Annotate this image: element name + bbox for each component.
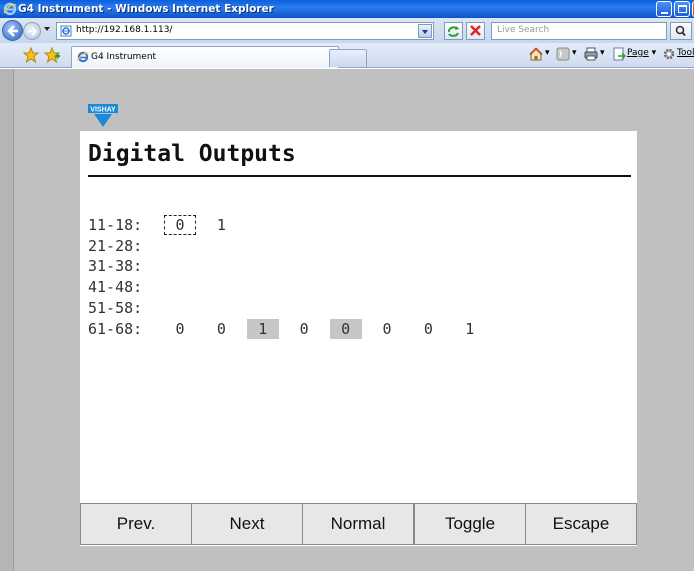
forward-arrow-icon (28, 26, 38, 37)
maximize-icon (678, 5, 687, 13)
search-icon (675, 25, 686, 37)
output-row-label: 21-28: (88, 236, 143, 255)
tab-bar: G4 Instrument ▾ ▾ ▾ Page ▾ Tools (0, 43, 694, 68)
maximize-button[interactable] (674, 1, 690, 17)
tab-label: G4 Instrument (91, 52, 157, 62)
tab-g4-instrument[interactable]: G4 Instrument (71, 46, 339, 68)
toggle-button[interactable]: Toggle (414, 503, 526, 545)
normal-button[interactable]: Normal (302, 503, 414, 545)
output-value-cell[interactable]: 1 (246, 318, 279, 339)
address-bar[interactable]: http://192.168.1.113/ (56, 22, 434, 40)
feeds-dropdown-icon[interactable]: ▾ (572, 48, 577, 58)
address-dropdown-button[interactable] (418, 24, 432, 38)
search-input[interactable]: Live Search (491, 22, 667, 40)
back-arrow-icon (7, 25, 18, 37)
tools-menu-label: Tools (677, 48, 694, 58)
window-title: G4 Instrument - Windows Internet Explore… (18, 3, 274, 15)
output-value-cell[interactable]: 0 (329, 318, 362, 339)
output-row-label: 51-58: (88, 298, 143, 317)
page-menu-icon[interactable] (612, 47, 626, 61)
page-menu-label: Page (627, 48, 649, 58)
title-bar: G4 Instrument - Windows Internet Explore… (0, 0, 694, 18)
home-icon[interactable] (529, 47, 543, 61)
output-value-cell[interactable]: 0 (288, 319, 320, 339)
page-menu[interactable]: Page ▾ (627, 48, 656, 58)
vishay-logo-icon: VISHAY (88, 104, 118, 127)
output-value-cell[interactable]: 0 (205, 319, 237, 339)
tools-menu[interactable]: Tools (677, 48, 694, 58)
tools-gear-icon[interactable] (662, 47, 676, 61)
favorites-star-icon[interactable] (23, 47, 39, 63)
title-divider (88, 175, 631, 177)
page-title: Digital Outputs (88, 141, 296, 167)
output-value-cell[interactable]: 0 (164, 319, 196, 339)
output-value-cell[interactable]: 1 (454, 319, 486, 339)
tab-ie-icon (77, 51, 89, 63)
next-button[interactable]: Next (191, 503, 303, 545)
print-dropdown-icon[interactable]: ▾ (600, 48, 605, 58)
add-favorites-icon[interactable] (44, 47, 60, 63)
stop-icon (470, 25, 481, 36)
forward-button[interactable] (23, 22, 41, 40)
ie-logo-icon (3, 2, 17, 16)
back-button[interactable] (2, 20, 23, 41)
stop-button[interactable] (466, 22, 485, 40)
output-row-label: 41-48: (88, 278, 143, 297)
output-row-label: 61-68: (88, 319, 143, 338)
refresh-icon (447, 26, 459, 37)
home-dropdown-icon[interactable]: ▾ (545, 48, 550, 58)
minimize-icon (661, 12, 668, 14)
recent-pages-dropdown[interactable] (44, 27, 50, 31)
feeds-icon[interactable] (556, 47, 570, 61)
new-tab-button[interactable] (329, 49, 367, 67)
viewport-left-edge (0, 69, 14, 571)
escape-button[interactable]: Escape (525, 503, 637, 545)
refresh-button[interactable] (444, 22, 463, 40)
output-value-cell[interactable]: 1 (205, 215, 237, 235)
search-placeholder: Live Search (497, 25, 550, 35)
navigation-bar: http://192.168.1.113/ Live Search (0, 18, 694, 43)
output-value-cell[interactable]: 0 (164, 215, 196, 235)
prev-button[interactable]: Prev. (80, 503, 192, 545)
page-icon (60, 25, 72, 37)
output-row-label: 31-38: (88, 257, 143, 276)
logo-text: VISHAY (90, 107, 116, 114)
minimize-button[interactable] (656, 1, 672, 17)
address-url: http://192.168.1.113/ (76, 25, 173, 35)
print-icon[interactable] (584, 47, 598, 61)
output-value-cell[interactable]: 0 (412, 319, 444, 339)
output-row-label: 11-18: (88, 216, 143, 234)
search-button[interactable] (670, 22, 692, 40)
output-value-cell[interactable]: 0 (371, 319, 403, 339)
display-panel: Digital Outputs 11-18: 0 1 21-28: 31-38: 41-4… (80, 131, 637, 546)
softkey-bar: Prev. Next Normal Toggle Escape (80, 503, 637, 545)
